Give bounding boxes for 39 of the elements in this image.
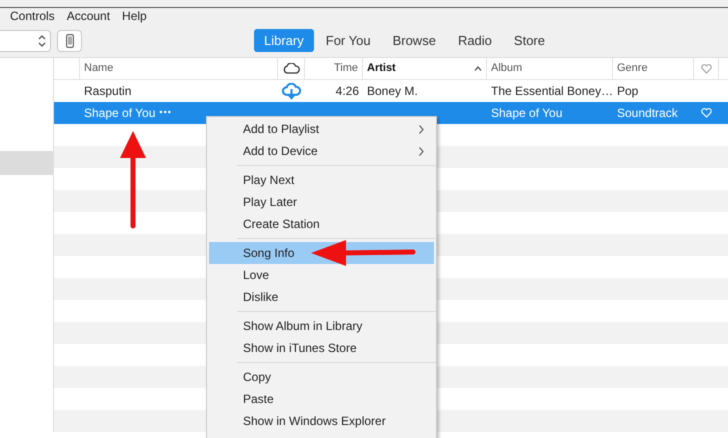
menu-item[interactable]: Add to Device (209, 140, 434, 162)
phone-icon (66, 34, 74, 48)
chevron-up-down-icon (38, 34, 46, 46)
table-cell-text: Rasputin (84, 83, 132, 100)
menu-item[interactable]: Love (209, 264, 434, 286)
heart-icon (700, 64, 712, 74)
column-header[interactable]: Album (491, 60, 522, 77)
menu-item[interactable]: Controls (10, 10, 55, 22)
table-cell-text: The Essential Boney… (491, 83, 614, 100)
more-button[interactable]: ••• (159, 106, 172, 120)
tab[interactable]: Store (504, 29, 555, 52)
tab[interactable]: Library (254, 29, 314, 52)
menu-item[interactable]: Play Next (209, 169, 434, 191)
table-cell-text: Shape of You (84, 105, 156, 122)
menu-item[interactable]: Help (122, 10, 147, 22)
column-header[interactable]: Genre (617, 60, 648, 77)
table-cell-text: Pop (617, 83, 638, 100)
cloud-icon (282, 63, 300, 74)
menu-item[interactable]: Account (66, 10, 110, 22)
dropdown[interactable] (0, 30, 51, 52)
menu-item[interactable]: Dislike (209, 286, 434, 308)
table-cell-text: Soundtrack (617, 105, 678, 122)
cloud-download-icon[interactable] (282, 82, 301, 100)
tab[interactable]: Radio (448, 29, 502, 52)
menu-item[interactable]: Show in iTunes Store (209, 337, 434, 359)
column-header[interactable]: Name (84, 60, 114, 77)
table-cell-text: Boney M. (367, 83, 418, 100)
column-header[interactable]: Artist (367, 60, 396, 77)
menu-item[interactable]: Create Station (209, 213, 434, 235)
table-cell-text: 4:26 (336, 83, 359, 100)
heart-icon[interactable] (701, 108, 712, 118)
menu-item[interactable]: Paste (209, 388, 434, 410)
tab[interactable]: Browse (382, 29, 446, 52)
table-cell-text: Shape of You (491, 105, 562, 122)
menu-item[interactable]: Show Album in Library (209, 315, 434, 337)
device-button[interactable] (57, 30, 82, 52)
column-header[interactable]: Time (334, 60, 358, 77)
tab[interactable]: For You (316, 29, 381, 52)
sort-caret-icon (474, 66, 482, 71)
